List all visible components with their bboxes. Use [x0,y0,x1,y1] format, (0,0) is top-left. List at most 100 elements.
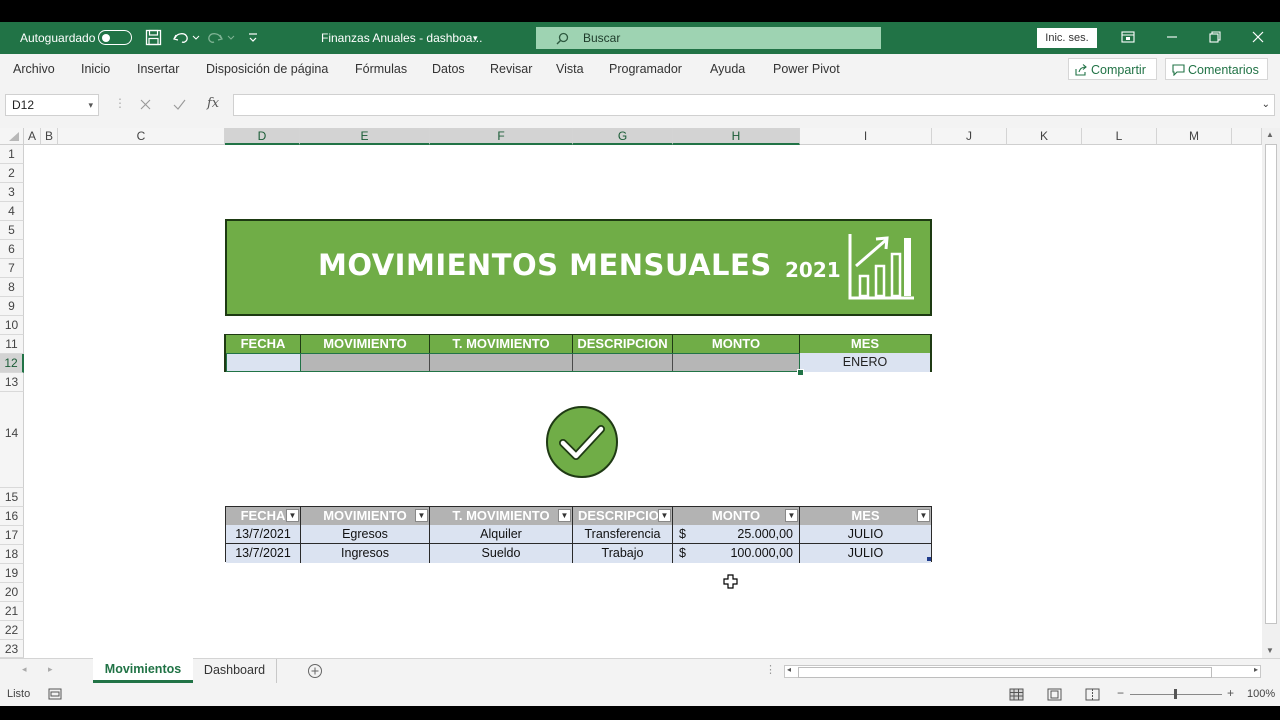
split-grip-icon[interactable]: ⋮ [765,663,776,676]
table-cell[interactable]: Alquiler [430,525,573,544]
tab-vista[interactable]: Vista [556,54,584,84]
row-header[interactable]: 21 [0,602,24,621]
sheet-tab-dashboard[interactable]: Dashboard [193,659,277,683]
zoom-in-icon[interactable]: + [1227,686,1234,700]
cancel-entry-icon[interactable] [140,99,151,110]
table-cell[interactable]: Transferencia [573,525,673,544]
column-header-a[interactable]: A [24,128,41,145]
filter-dropdown-icon[interactable]: ▼ [415,509,428,522]
undo-icon[interactable] [172,29,202,46]
row-header[interactable]: 10 [0,316,24,335]
row-header[interactable]: 18 [0,545,24,564]
tab-datos[interactable]: Datos [432,54,465,84]
accessibility-icon[interactable] [48,688,62,700]
redo-icon[interactable] [207,29,237,46]
search-box[interactable]: Buscar [536,27,881,49]
table-cell-monto[interactable]: $ 25.000,00 [673,525,800,544]
name-box-dropdown-icon[interactable]: ▾ [88,95,93,115]
document-title[interactable]: Finanzas Anuales - dashboa... [321,22,482,54]
title-dropdown-icon[interactable]: ▾ [473,22,478,54]
share-button[interactable]: Compartir [1068,58,1157,80]
zoom-out-icon[interactable]: − [1117,686,1124,700]
tab-ayuda[interactable]: Ayuda [710,54,745,84]
column-header-b[interactable]: B [41,128,58,145]
table-cell[interactable]: Trabajo [573,544,673,563]
column-header-m[interactable]: M [1157,128,1232,145]
save-icon[interactable] [145,29,162,46]
zoom-slider-thumb[interactable] [1174,689,1177,699]
row-header[interactable]: 3 [0,183,24,202]
tab-power-pivot[interactable]: Power Pivot [773,54,840,84]
scroll-right-icon[interactable]: ▸ [1254,665,1258,674]
column-header-f[interactable]: F [430,128,573,145]
tab-disposicion[interactable]: Disposición de página [206,54,328,84]
fill-handle[interactable] [797,369,804,376]
scroll-up-icon[interactable]: ▲ [1266,130,1274,139]
scroll-down-icon[interactable]: ▼ [1266,646,1274,655]
expand-formula-bar-icon[interactable]: ⌄ [1262,95,1270,115]
filter-dropdown-icon[interactable]: ▼ [785,509,798,522]
sheet-tab-movimientos[interactable]: Movimientos [93,658,193,683]
table-cell[interactable]: JULIO [800,544,931,563]
close-icon[interactable] [1252,31,1264,43]
column-header-e[interactable]: E [300,128,430,145]
zoom-slider[interactable] [1130,689,1222,699]
column-header-c[interactable]: C [58,128,225,145]
vertical-scrollbar[interactable]: ▲ ▼ [1262,128,1280,658]
filter-dropdown-icon[interactable]: ▼ [286,509,299,522]
row-header[interactable]: 13 [0,373,24,392]
prev-sheet-icon[interactable]: ◂ [22,664,27,675]
sign-in-button[interactable]: Inic. ses. [1037,28,1097,48]
table-cell[interactable]: Sueldo [430,544,573,563]
tab-revisar[interactable]: Revisar [490,54,532,84]
row-header[interactable]: 9 [0,297,24,316]
filter-dropdown-icon[interactable]: ▼ [658,509,671,522]
table-header-monto[interactable]: MONTO [673,507,800,525]
input-monto-cell[interactable] [673,353,800,372]
scroll-left-icon[interactable]: ◂ [787,665,791,674]
row-header[interactable]: 2 [0,164,24,183]
row-header[interactable]: 6 [0,240,24,259]
table-header-t-movimiento[interactable]: T. MOVIMIENTO [430,507,573,525]
row-header[interactable]: 5 [0,221,24,240]
table-cell-monto[interactable]: $ 100.000,00 [673,544,800,563]
tab-insertar[interactable]: Insertar [137,54,179,84]
column-header-h[interactable]: H [673,128,800,145]
horizontal-scrollbar[interactable]: ◂ ▸ [784,665,1261,678]
row-header[interactable]: 12 [0,354,24,373]
insert-function-icon[interactable]: fx [207,96,219,111]
row-header[interactable]: 1 [0,145,24,164]
filter-dropdown-icon[interactable]: ▼ [917,509,930,522]
select-all-button[interactable] [0,128,24,145]
row-header[interactable]: 17 [0,526,24,545]
confirm-entry-icon[interactable] [173,99,186,110]
restore-icon[interactable] [1209,31,1221,43]
checkmark-button-icon[interactable] [544,405,620,481]
worksheet-grid[interactable] [0,128,1262,658]
tab-inicio[interactable]: Inicio [81,54,110,84]
row-header[interactable]: 16 [0,507,24,526]
tab-programador[interactable]: Programador [609,54,682,84]
input-t-movimiento-cell[interactable] [430,353,573,372]
next-sheet-icon[interactable]: ▸ [48,664,53,675]
row-header[interactable]: 22 [0,621,24,640]
tab-formulas[interactable]: Fórmulas [355,54,407,84]
column-header-d[interactable]: D [225,128,300,145]
input-descripcion-cell[interactable] [573,353,673,372]
row-header[interactable]: 19 [0,564,24,583]
row-header[interactable]: 20 [0,583,24,602]
table-header-mes[interactable]: MES [800,507,931,525]
row-header[interactable]: 14 [0,392,24,488]
row-header[interactable]: 15 [0,488,24,507]
tab-archivo[interactable]: Archivo [13,54,55,84]
table-resize-handle[interactable] [927,557,931,561]
input-movimiento-cell[interactable] [301,353,430,372]
column-header-k[interactable]: K [1007,128,1082,145]
input-mes-cell[interactable]: ENERO [800,353,930,372]
row-header[interactable]: 11 [0,335,24,354]
minimize-icon[interactable] [1166,31,1178,43]
customize-toolbar-icon[interactable] [247,31,259,45]
horizontal-scroll-thumb[interactable] [798,667,1212,678]
column-header-i[interactable]: I [800,128,932,145]
row-header[interactable]: 8 [0,278,24,297]
